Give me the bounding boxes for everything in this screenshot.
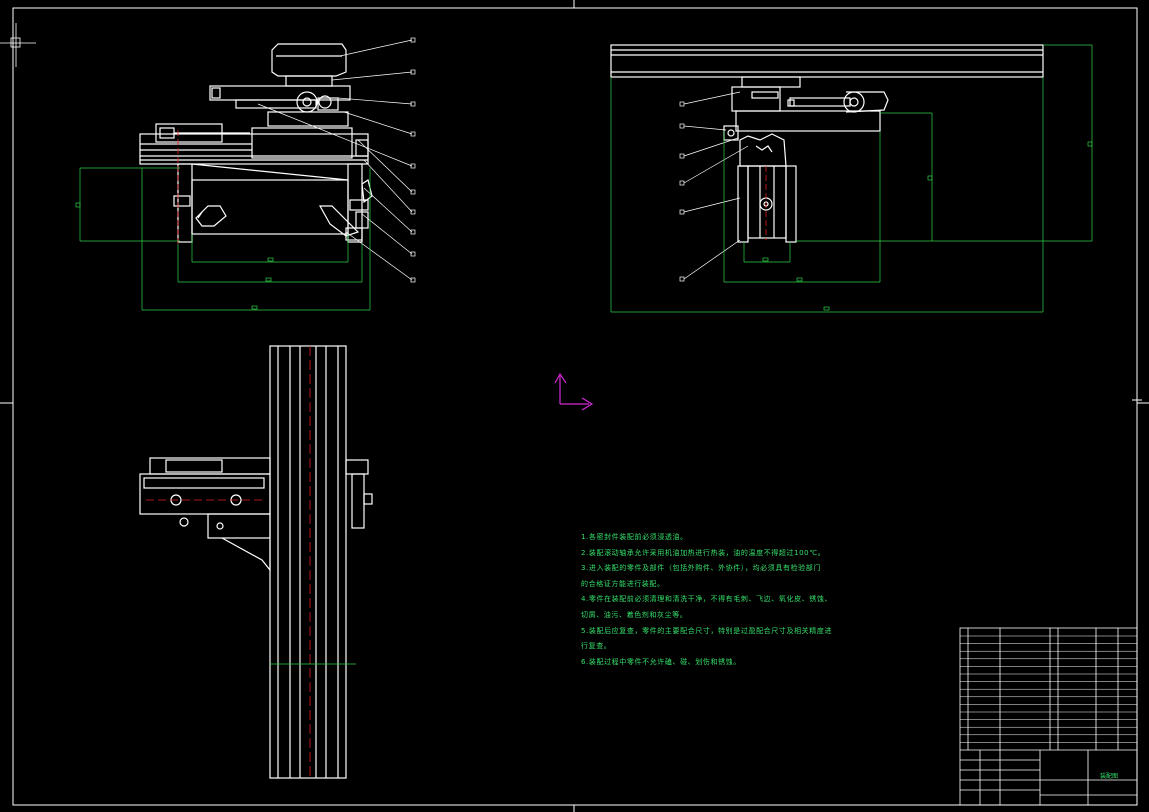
note-line-6: 切屑、油污、着色剂和灰尘等。 bbox=[581, 610, 688, 619]
note-line-7: 5.装配后应复查，零件的主要配合尺寸，特别是过盈配合尺寸及相关精度进 bbox=[581, 626, 833, 635]
note-line-2: 2.装配滚动轴承允许采用机油加热进行热装，油的温度不得超过100℃。 bbox=[581, 548, 826, 557]
note-line-4: 的合格证方能进行装配。 bbox=[581, 579, 665, 588]
note-line-3: 3.进入装配的零件及部件（包括外购件、外协件），均必须具有检验部门 bbox=[581, 564, 821, 573]
note-line-9: 6.装配过程中零件不允许磕、碰、划伤和锈蚀。 bbox=[581, 657, 741, 666]
technical-notes: 1.各密封件装配前必须浸透油。 2.装配滚动轴承允许采用机油加热进行热装，油的温… bbox=[581, 530, 832, 670]
crosshair-cursor bbox=[0, 23, 36, 67]
top-view bbox=[139, 345, 373, 779]
side-view bbox=[610, 44, 1093, 313]
ucs-icon bbox=[554, 372, 594, 411]
title-block-name: 装配图 bbox=[1100, 773, 1119, 780]
note-line-5: 4.零件在装配前必须清理和清洗干净，不得有毛刺、飞边、氧化皮、锈蚀、 bbox=[581, 595, 833, 604]
bom-rows bbox=[960, 635, 1137, 743]
front-view bbox=[75, 37, 416, 311]
note-line-1: 1.各密封件装配前必须浸透油。 bbox=[581, 533, 688, 541]
cad-drawing-canvas bbox=[0, 0, 1149, 812]
note-line-8: 行复查。 bbox=[581, 642, 612, 651]
drawing-frame bbox=[0, 0, 1149, 812]
